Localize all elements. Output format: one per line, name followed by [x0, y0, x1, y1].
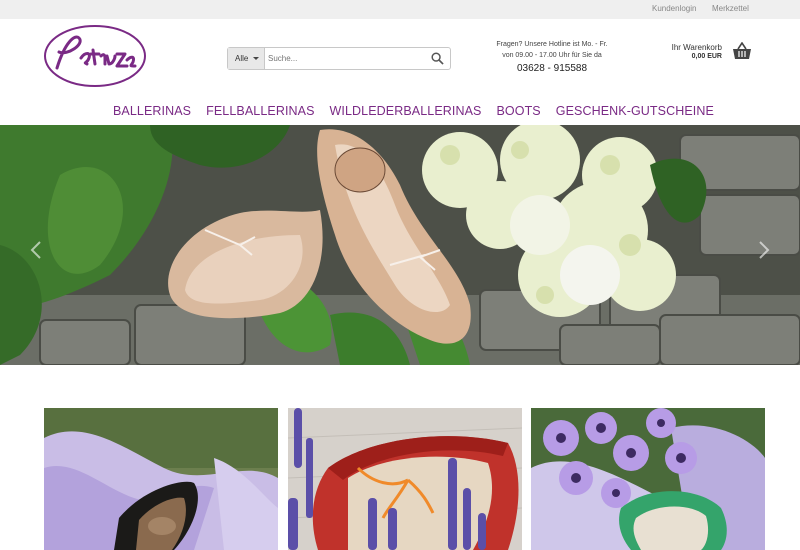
- hotline-text-1: Fragen? Unsere Hotline ist Mo. - Fr.: [496, 41, 608, 48]
- wishlist-link[interactable]: Merkzettel: [712, 4, 749, 13]
- category-tile-1[interactable]: [44, 408, 278, 550]
- basket-icon: [733, 42, 751, 59]
- hotline-phone: 03628 - 915588: [516, 63, 588, 74]
- category-tile-3[interactable]: [531, 408, 765, 550]
- nav-item-wildlederballerinas[interactable]: WILDLEDERBALLERINAS: [330, 104, 482, 118]
- search-icon[interactable]: [431, 52, 444, 65]
- hotline-text-2: von 09.00 - 17.00 Uhr für Sie da: [502, 52, 602, 59]
- login-link[interactable]: Kundenlogin: [652, 4, 696, 13]
- search-input[interactable]: [268, 50, 423, 67]
- slider-next-icon[interactable]: [758, 240, 770, 260]
- hotline-info: Fragen? Unsere Hotline ist Mo. - Fr. von…: [482, 39, 622, 76]
- nav-item-gutscheine[interactable]: GESCHENK-GUTSCHEINE: [556, 104, 714, 118]
- search-bar: Alle: [227, 47, 451, 70]
- cart-total: 0,00 EUR: [691, 53, 722, 60]
- cart-widget[interactable]: Ihr Warenkorb 0,00 EUR: [650, 42, 760, 66]
- slider-prev-icon[interactable]: [30, 240, 42, 260]
- main-nav: BALLERINAS FELLBALLERINAS WILDLEDERBALLERI…: [113, 102, 729, 120]
- category-image-3: [531, 408, 765, 550]
- top-bar: Kundenlogin Merkzettel: [0, 0, 800, 19]
- search-category-select[interactable]: Alle: [228, 48, 265, 69]
- cart-label: Ihr Warenkorb: [671, 43, 722, 52]
- hero-image: [0, 125, 800, 365]
- category-image-2: [288, 408, 522, 550]
- nav-item-fellballerinas[interactable]: FELLBALLERINAS: [206, 104, 314, 118]
- nav-item-ballerinas[interactable]: BALLERINAS: [113, 104, 191, 118]
- chevron-down-icon: [252, 57, 259, 61]
- category-tile-2[interactable]: [288, 408, 522, 550]
- nav-item-boots[interactable]: BOOTS: [496, 104, 540, 118]
- hero-slider[interactable]: [0, 125, 800, 365]
- brand-logo[interactable]: [43, 24, 147, 88]
- category-image-1: [44, 408, 278, 550]
